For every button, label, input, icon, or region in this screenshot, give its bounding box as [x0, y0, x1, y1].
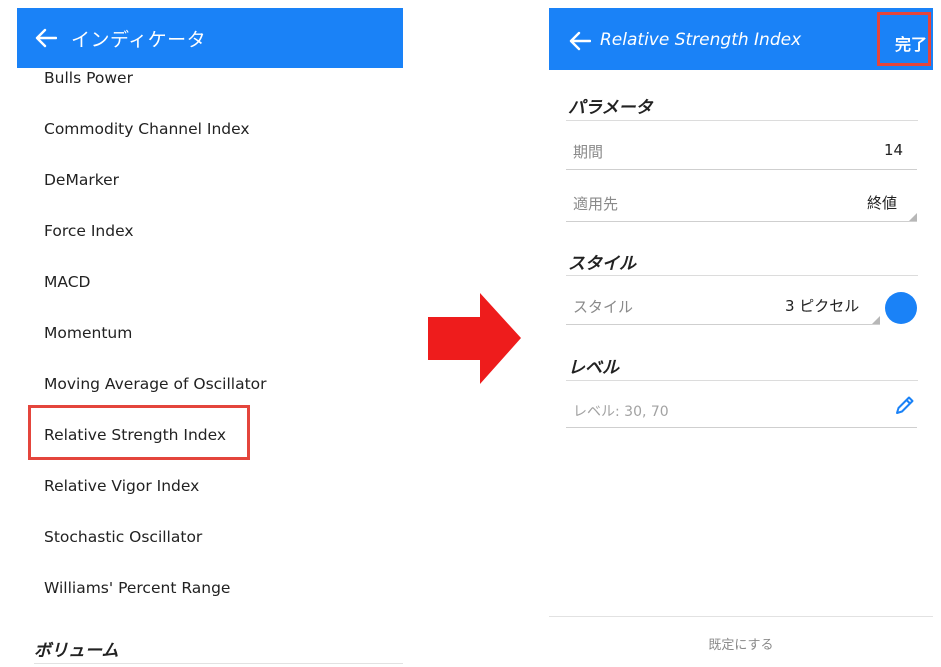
indicator-list-panel: インディケータ Bulls Power Commodity Channel In… — [17, 8, 403, 667]
style-underline — [566, 324, 880, 325]
right-arrow-icon — [428, 293, 521, 384]
dropdown-corner-icon — [909, 213, 917, 221]
period-underline — [566, 169, 917, 170]
period-label: 期間 — [573, 143, 604, 161]
indicator-settings-panel: Relative Strength Index 完了 パラメータ 期間 14 適… — [549, 8, 933, 667]
list-item-bulls-power[interactable]: Bulls Power — [44, 69, 133, 87]
levels-underline — [566, 427, 917, 428]
page: インディケータ Bulls Power Commodity Channel In… — [0, 0, 941, 667]
apply-to-label: 適用先 — [573, 195, 619, 213]
period-input[interactable]: 14 — [884, 141, 903, 159]
left-app-bar-title: インディケータ — [71, 29, 207, 51]
apply-to-underline — [566, 221, 917, 222]
arrow-left-icon[interactable] — [569, 31, 591, 51]
arrow-left-icon[interactable] — [35, 28, 57, 48]
right-app-bar: Relative Strength Index 完了 — [549, 8, 933, 70]
list-item-force-index[interactable]: Force Index — [44, 222, 134, 240]
section-header-levels: レベル — [568, 358, 619, 378]
color-swatch[interactable] — [885, 292, 917, 324]
section-divider — [566, 380, 918, 381]
right-app-bar-title: Relative Strength Index — [600, 30, 802, 50]
apply-to-select[interactable]: 終値 — [867, 192, 897, 213]
list-item-momentum[interactable]: Momentum — [44, 324, 132, 342]
list-item-macd[interactable]: MACD — [44, 273, 90, 291]
style-label: スタイル — [573, 298, 634, 316]
section-divider — [34, 663, 403, 664]
dropdown-corner-icon — [872, 316, 880, 324]
section-divider — [566, 275, 918, 276]
list-item-stochastic-oscillator[interactable]: Stochastic Oscillator — [44, 528, 202, 546]
list-item-moving-average-of-oscillator[interactable]: Moving Average of Oscillator — [44, 375, 267, 393]
section-header-volume: ボリューム — [34, 641, 119, 661]
list-item-relative-vigor-index[interactable]: Relative Vigor Index — [44, 477, 199, 495]
list-item-demarker[interactable]: DeMarker — [44, 171, 119, 189]
line-width-select[interactable]: 3 ピクセル — [785, 295, 859, 316]
bottom-divider — [549, 616, 933, 617]
list-item-commodity-channel-index[interactable]: Commodity Channel Index — [44, 120, 250, 138]
left-app-bar: インディケータ — [17, 8, 403, 68]
section-header-style: スタイル — [568, 254, 636, 274]
pencil-icon[interactable] — [894, 394, 916, 416]
reset-defaults-button[interactable]: 既定にする — [549, 634, 933, 653]
highlight-box-done — [877, 12, 931, 66]
highlight-box-rsi — [28, 405, 250, 460]
section-header-parameters: パラメータ — [568, 98, 653, 118]
levels-input[interactable]: レベル: 30, 70 — [573, 401, 669, 421]
section-divider — [566, 120, 918, 121]
list-item-williams-percent-range[interactable]: Williams' Percent Range — [44, 579, 230, 597]
